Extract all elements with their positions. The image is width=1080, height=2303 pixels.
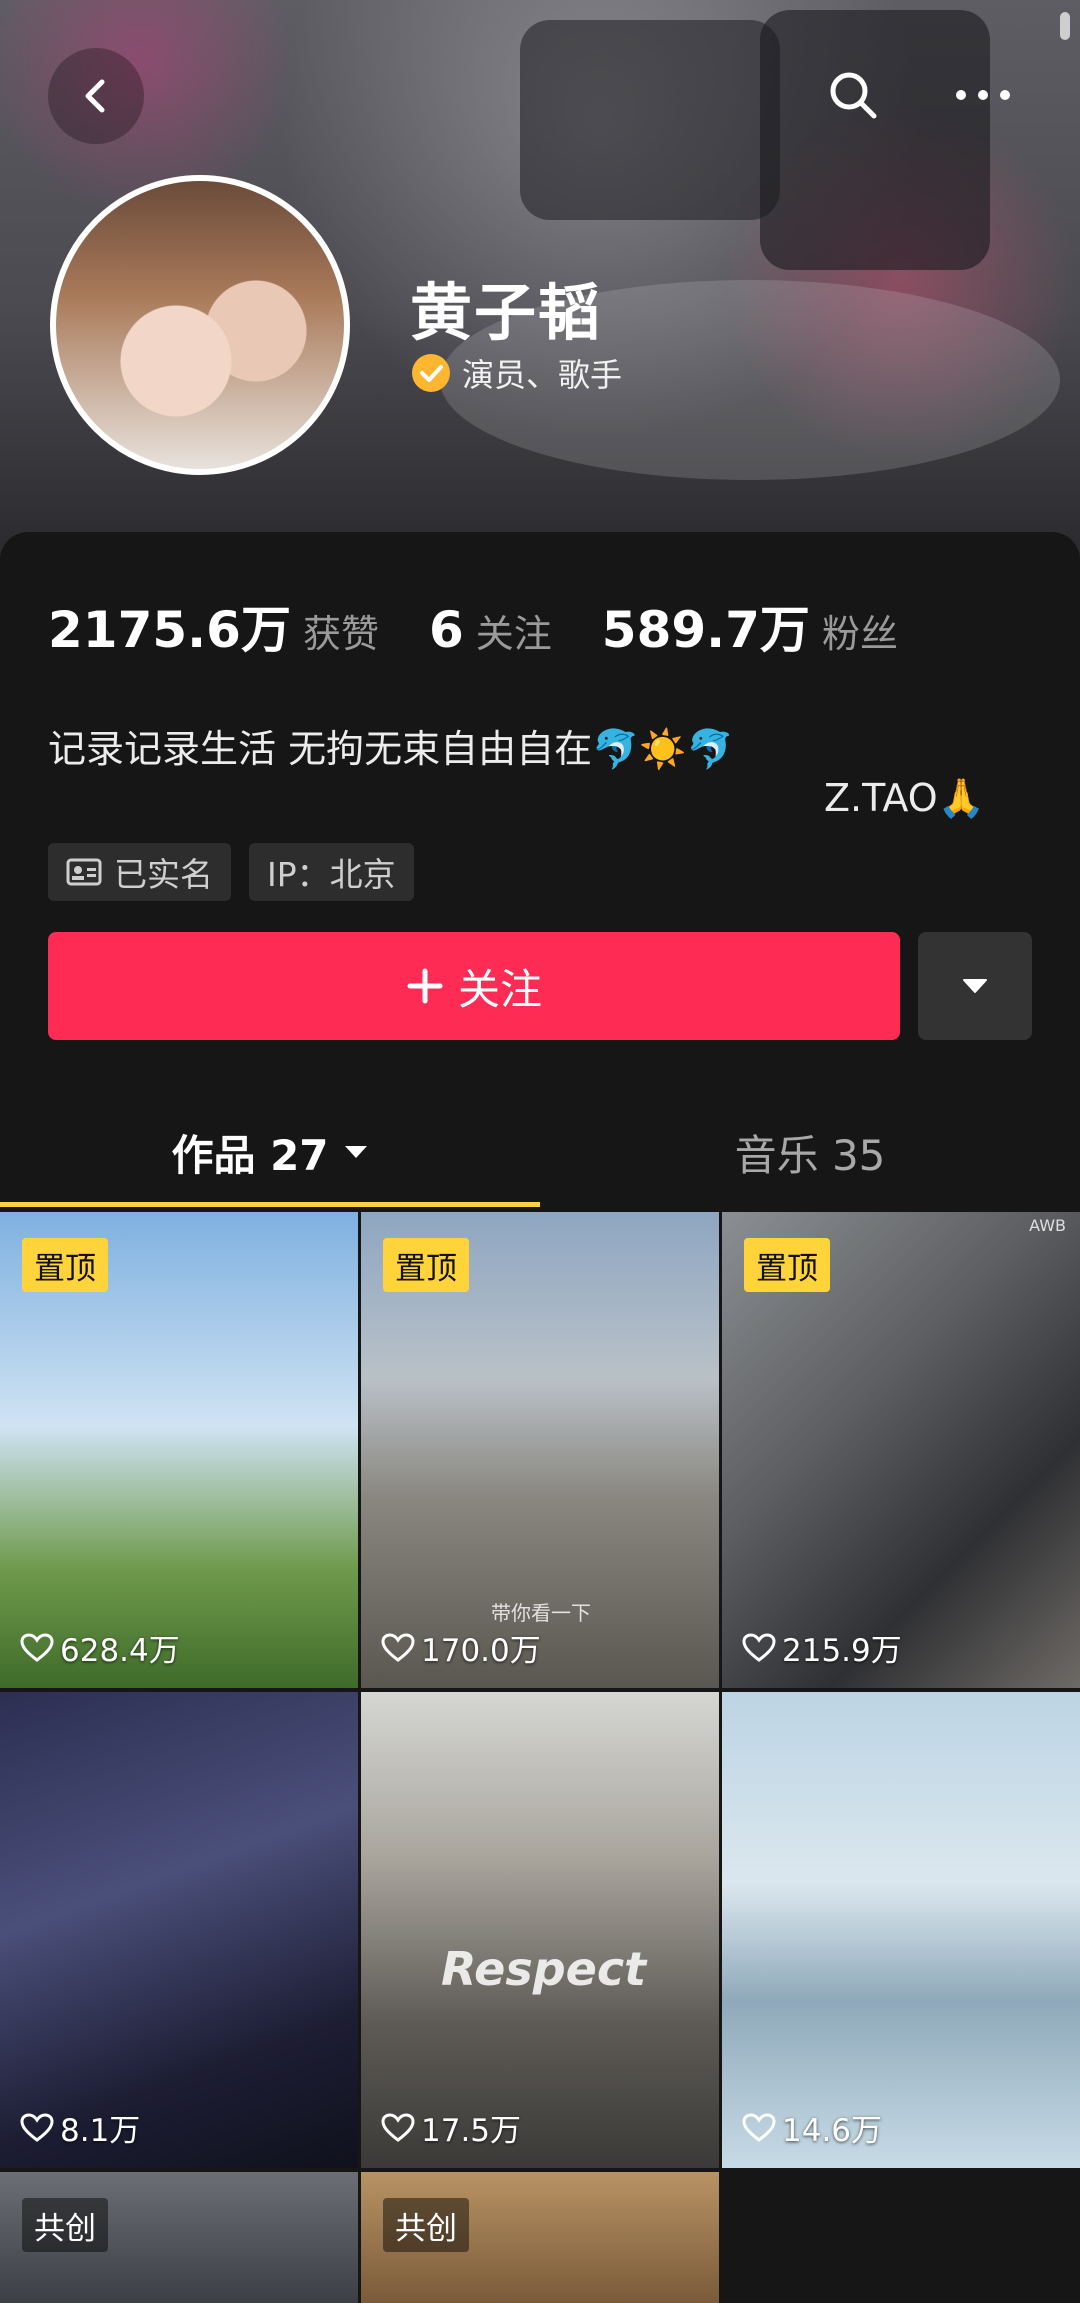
bio-line: Z.TAO🙏 xyxy=(824,776,985,820)
caret-down-icon xyxy=(344,1146,367,1158)
ip-chip: IP：北京 xyxy=(249,843,414,901)
pinned-badge: 置顶 xyxy=(383,1238,469,1292)
video-likes: 17.5万 xyxy=(381,2105,521,2150)
heart-icon xyxy=(381,1632,415,1662)
cover-decoration xyxy=(760,10,990,270)
video-likes: 170.0万 xyxy=(381,1625,541,1670)
followers-label[interactable]: 粉丝 xyxy=(822,603,898,658)
heart-icon xyxy=(742,1632,776,1662)
likes-count-label: 170.0万 xyxy=(421,1633,541,1669)
follow-button[interactable]: 关注 xyxy=(48,932,900,1040)
video-overlay-text: Respect xyxy=(441,1942,647,1996)
video-thumbnail[interactable]: 置顶 带你看一下 170.0万 xyxy=(361,1212,719,1688)
tab-works-label: 作品 27 xyxy=(171,1130,329,1180)
verification-row: 演员、歌手 xyxy=(410,350,622,396)
tab-music[interactable]: 音乐 35 xyxy=(540,1100,1080,1204)
likes-count-label: 14.6万 xyxy=(782,2113,883,2149)
more-horizontal-icon xyxy=(956,90,1010,100)
id-card-icon xyxy=(66,858,102,886)
heart-icon xyxy=(20,2112,54,2142)
likes-count: 2175.6万 xyxy=(48,601,291,659)
realname-label: 已实名 xyxy=(114,855,213,894)
video-thumbnail[interactable]: Respect 17.5万 xyxy=(361,1692,719,2168)
recommend-dropdown-button[interactable] xyxy=(918,932,1032,1040)
following-count[interactable]: 6 xyxy=(429,601,464,659)
video-thumbnail[interactable]: 共创 xyxy=(0,2172,358,2303)
likes-count-label: 8.1万 xyxy=(60,2113,141,2149)
video-likes: 215.9万 xyxy=(742,1625,902,1670)
search-icon xyxy=(830,72,877,119)
heart-icon xyxy=(20,1632,54,1662)
pinned-badge: 置顶 xyxy=(22,1238,108,1292)
more-button[interactable] xyxy=(948,60,1018,130)
verified-badge-icon xyxy=(412,354,450,392)
profile-name: 黄子韬 xyxy=(410,276,603,349)
verified-label: 演员、歌手 xyxy=(462,356,623,394)
video-caption: 带你看一下 xyxy=(491,1601,591,1625)
ip-label: IP：北京 xyxy=(267,855,396,894)
back-button[interactable] xyxy=(48,48,144,144)
cocreate-badge: 共创 xyxy=(383,2198,469,2252)
avatar[interactable] xyxy=(50,175,350,475)
tag-chips: 已实名 IP：北京 xyxy=(48,843,414,901)
corner-watermark: AWB xyxy=(1029,1216,1066,1235)
cover-decoration xyxy=(520,20,780,220)
tab-works[interactable]: 作品 27 xyxy=(0,1100,540,1204)
active-tab-indicator xyxy=(0,1202,540,1207)
cocreate-badge: 共创 xyxy=(22,2198,108,2252)
video-thumbnail[interactable]: AWB 置顶 215.9万 xyxy=(722,1212,1080,1688)
search-button[interactable] xyxy=(818,60,888,130)
pinned-badge: 置顶 xyxy=(744,1238,830,1292)
plus-icon xyxy=(407,968,443,1004)
video-likes: 8.1万 xyxy=(20,2105,140,2150)
video-thumbnail[interactable]: 14.6万 xyxy=(722,1692,1080,2168)
followers-count[interactable]: 589.7万 xyxy=(602,590,810,662)
video-likes: 14.6万 xyxy=(742,2105,882,2150)
chevron-left-icon xyxy=(85,79,105,113)
likes-count-label: 17.5万 xyxy=(421,2113,522,2149)
video-thumbnail[interactable]: 置顶 628.4万 xyxy=(0,1212,358,1688)
content-tabs: 作品 27 音乐 35 xyxy=(0,1100,1080,1208)
likes-count-label: 628.4万 xyxy=(60,1633,180,1669)
follow-label: 关注 xyxy=(457,964,542,1014)
bio-line: 记录记录生活 无拘无束自由自在🐬☀️🐬 xyxy=(48,727,735,771)
video-likes: 628.4万 xyxy=(20,1625,180,1670)
video-thumbnail[interactable]: 8.1万 xyxy=(0,1692,358,2168)
likes-count-label: 215.9万 xyxy=(782,1633,902,1669)
video-thumbnail[interactable]: 共创 xyxy=(361,2172,719,2303)
heart-icon xyxy=(742,2112,776,2142)
heart-icon xyxy=(381,2112,415,2142)
scroll-indicator xyxy=(1060,12,1070,40)
following-label[interactable]: 关注 xyxy=(476,603,552,658)
realname-chip: 已实名 xyxy=(48,843,231,901)
likes-label: 获赞 xyxy=(302,612,379,656)
tab-music-label: 音乐 35 xyxy=(734,1130,886,1180)
caret-down-icon xyxy=(963,979,987,993)
stats-row: 2175.6万 获赞 6 关注 589.7万 粉丝 xyxy=(48,590,948,662)
